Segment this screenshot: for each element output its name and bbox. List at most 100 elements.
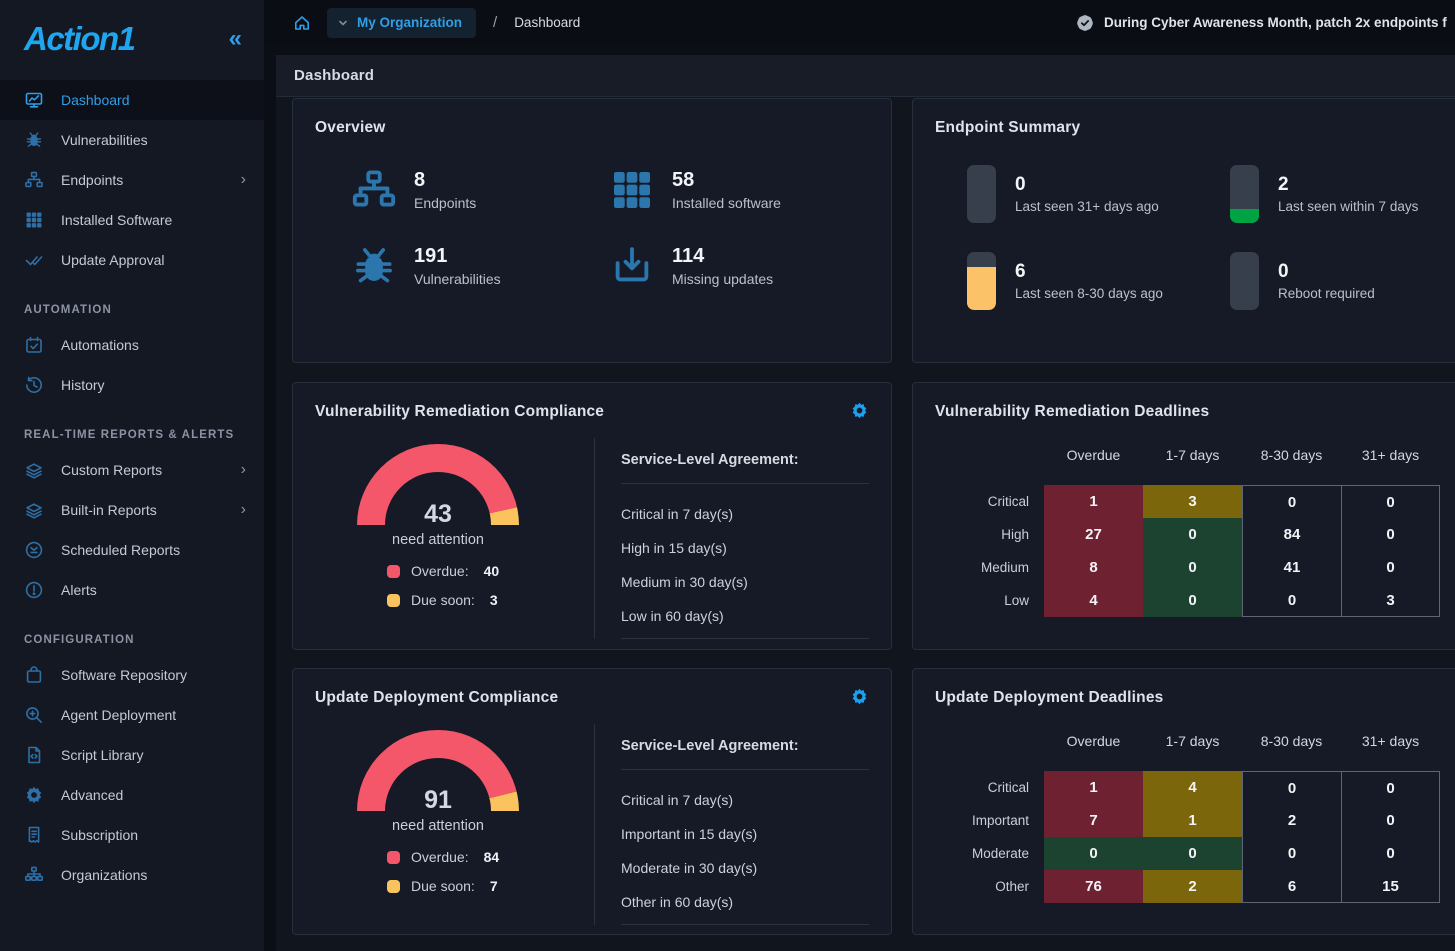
- sidebar: Action1 « DashboardVulnerabilitiesEndpoi…: [0, 0, 264, 951]
- sidebar-item-label: Vulnerabilities: [61, 132, 148, 148]
- table-corner: [935, 447, 1044, 485]
- endpoint-summary-text: 0Last seen 31+ days ago: [1015, 174, 1159, 215]
- scheduled-reports-icon: [24, 540, 44, 560]
- update-deployment-deadlines-card: Update Deployment Deadlines Overdue1-7 d…: [912, 668, 1455, 935]
- sidebar-item-label: Scheduled Reports: [61, 542, 180, 558]
- sidebar-item-subscription[interactable]: Subscription: [0, 815, 264, 855]
- deadline-cell: 15: [1341, 870, 1440, 903]
- deadline-cell: 8: [1044, 551, 1143, 584]
- dashboard-icon: [24, 90, 44, 110]
- stat-label: Endpoints: [414, 195, 476, 211]
- sidebar-item-organizations[interactable]: Organizations: [0, 855, 264, 895]
- script-library-icon: [24, 745, 44, 765]
- deadline-cell: 0: [1143, 584, 1242, 617]
- stat-value: 114: [672, 245, 773, 268]
- sidebar-item-automations[interactable]: Automations: [0, 325, 264, 365]
- vulnerability-remediation-compliance-card: Vulnerability Remediation Compliance 43 n…: [292, 382, 892, 650]
- sidebar-item-label: Endpoints: [61, 172, 123, 188]
- legend-dot: [387, 565, 400, 578]
- half-donut-gauge: 91: [357, 730, 519, 811]
- column-header: 31+ days: [1341, 447, 1440, 485]
- sidebar-item-label: Software Repository: [61, 667, 187, 683]
- sidebar-collapse-icon[interactable]: «: [229, 27, 242, 51]
- page-title: Dashboard: [276, 55, 1455, 97]
- deadline-cell: 0: [1143, 518, 1242, 551]
- sidebar-item-advanced[interactable]: Advanced: [0, 775, 264, 815]
- sla-item: High in 15 day(s): [621, 522, 869, 556]
- sidebar-item-software-repository[interactable]: Software Repository: [0, 655, 264, 695]
- software-repository-icon: [24, 665, 44, 685]
- sidebar-item-agent-deployment[interactable]: Agent Deployment: [0, 695, 264, 735]
- sidebar-item-label: Subscription: [61, 827, 138, 843]
- column-header: 8-30 days: [1242, 447, 1341, 485]
- content-panel: Dashboard Overview 8 Endpoints 58Installed…: [276, 55, 1455, 951]
- deadline-cell: 7: [1044, 804, 1143, 837]
- overview-stat[interactable]: 191Vulnerabilities: [351, 243, 609, 289]
- deadline-cell: 0: [1044, 837, 1143, 870]
- half-donut-gauge: 43: [357, 444, 519, 525]
- endpoint-summary-item[interactable]: 2Last seen within 7 days: [1230, 165, 1455, 223]
- legend-value: 84: [484, 849, 500, 865]
- sidebar-item-built-in-reports[interactable]: Built-in Reports›: [0, 490, 264, 530]
- sidebar-item-custom-reports[interactable]: Custom Reports›: [0, 450, 264, 490]
- endpoint-summary-item[interactable]: 0Last seen 31+ days ago: [967, 165, 1230, 223]
- stat-label: Last seen 31+ days ago: [1015, 199, 1159, 214]
- sidebar-item-label: Custom Reports: [61, 462, 162, 478]
- overview-stat[interactable]: 8 Endpoints: [351, 167, 609, 213]
- legend-label: Overdue:: [411, 563, 469, 579]
- compliance-gauge-block: 91need attentionOverdue:84Due soon:7: [315, 720, 561, 933]
- sidebar-item-installed-software[interactable]: Installed Software: [0, 200, 264, 240]
- gauge-caption: need attention: [392, 818, 484, 834]
- gauge-caption: need attention: [392, 532, 484, 548]
- deadline-cell: 0: [1242, 771, 1341, 804]
- subscription-icon: [24, 825, 44, 845]
- endpoint-summary-card: Endpoint Summary 0Last seen 31+ days ago…: [912, 98, 1455, 363]
- sidebar-item-alerts[interactable]: Alerts: [0, 570, 264, 610]
- stat-value: 8: [414, 169, 476, 192]
- sidebar-item-update-approval[interactable]: Update Approval: [0, 240, 264, 280]
- stat-value: 2: [1278, 174, 1418, 196]
- card-title: Overview: [315, 119, 386, 137]
- sidebar-item-script-library[interactable]: Script Library: [0, 735, 264, 775]
- sidebar-nav: Dashboard Vulnerabilities Endpoints›Instal…: [0, 80, 264, 895]
- endpoint-summary-item[interactable]: 6Last seen 8-30 days ago: [967, 252, 1230, 310]
- sidebar-item-label: Organizations: [61, 867, 147, 883]
- organization-selector[interactable]: My Organization: [327, 8, 476, 38]
- endpoint-summary-text: 0Reboot required: [1278, 261, 1375, 302]
- card-title: Update Deployment Deadlines: [935, 689, 1163, 707]
- sidebar-item-history[interactable]: History: [0, 365, 264, 405]
- sidebar-item-label: Agent Deployment: [61, 707, 176, 723]
- vulnerability-remediation-deadlines-card: Vulnerability Remediation Deadlines Over…: [912, 382, 1455, 650]
- alerts-icon: [24, 580, 44, 600]
- sidebar-item-scheduled-reports[interactable]: Scheduled Reports: [0, 530, 264, 570]
- column-header: 1-7 days: [1143, 447, 1242, 485]
- card-title: Vulnerability Remediation Compliance: [315, 403, 604, 421]
- home-icon[interactable]: [292, 13, 312, 33]
- sidebar-item-dashboard[interactable]: Dashboard: [0, 80, 264, 120]
- custom-reports-icon: [24, 460, 44, 480]
- status-bar-fill: [967, 267, 996, 311]
- deadline-cell: 41: [1242, 551, 1341, 584]
- topbar: My Organization / Dashboard During Cyber…: [264, 0, 1455, 45]
- breadcrumb-page: Dashboard: [514, 15, 580, 30]
- endpoint-summary-item[interactable]: 0Reboot required: [1230, 252, 1455, 310]
- settings-gear-icon[interactable]: [850, 687, 869, 706]
- sla-panel: Service-Level Agreement:Critical in 7 da…: [594, 724, 869, 925]
- status-bar: [967, 252, 996, 310]
- overview-stat[interactable]: 58Installed software: [609, 167, 867, 213]
- deadline-cell: 0: [1341, 837, 1440, 870]
- sidebar-section-label: AUTOMATION: [0, 304, 264, 316]
- sidebar-item-vulnerabilities[interactable]: Vulnerabilities: [0, 120, 264, 160]
- row-label: High: [935, 518, 1044, 551]
- sla-item: Critical in 7 day(s): [621, 488, 869, 522]
- sla-item: Moderate in 30 day(s): [621, 842, 869, 876]
- legend-label: Overdue:: [411, 849, 469, 865]
- sidebar-item-label: Script Library: [61, 747, 143, 763]
- overview-stat[interactable]: 114Missing updates: [609, 243, 867, 289]
- column-header: 8-30 days: [1242, 733, 1341, 771]
- settings-gear-icon[interactable]: [850, 401, 869, 420]
- gauge-legend: Overdue:84Due soon:7: [387, 849, 499, 894]
- legend-value: 7: [490, 878, 498, 894]
- sidebar-item-endpoints[interactable]: Endpoints›: [0, 160, 264, 200]
- sla-heading: Service-Level Agreement:: [621, 438, 869, 484]
